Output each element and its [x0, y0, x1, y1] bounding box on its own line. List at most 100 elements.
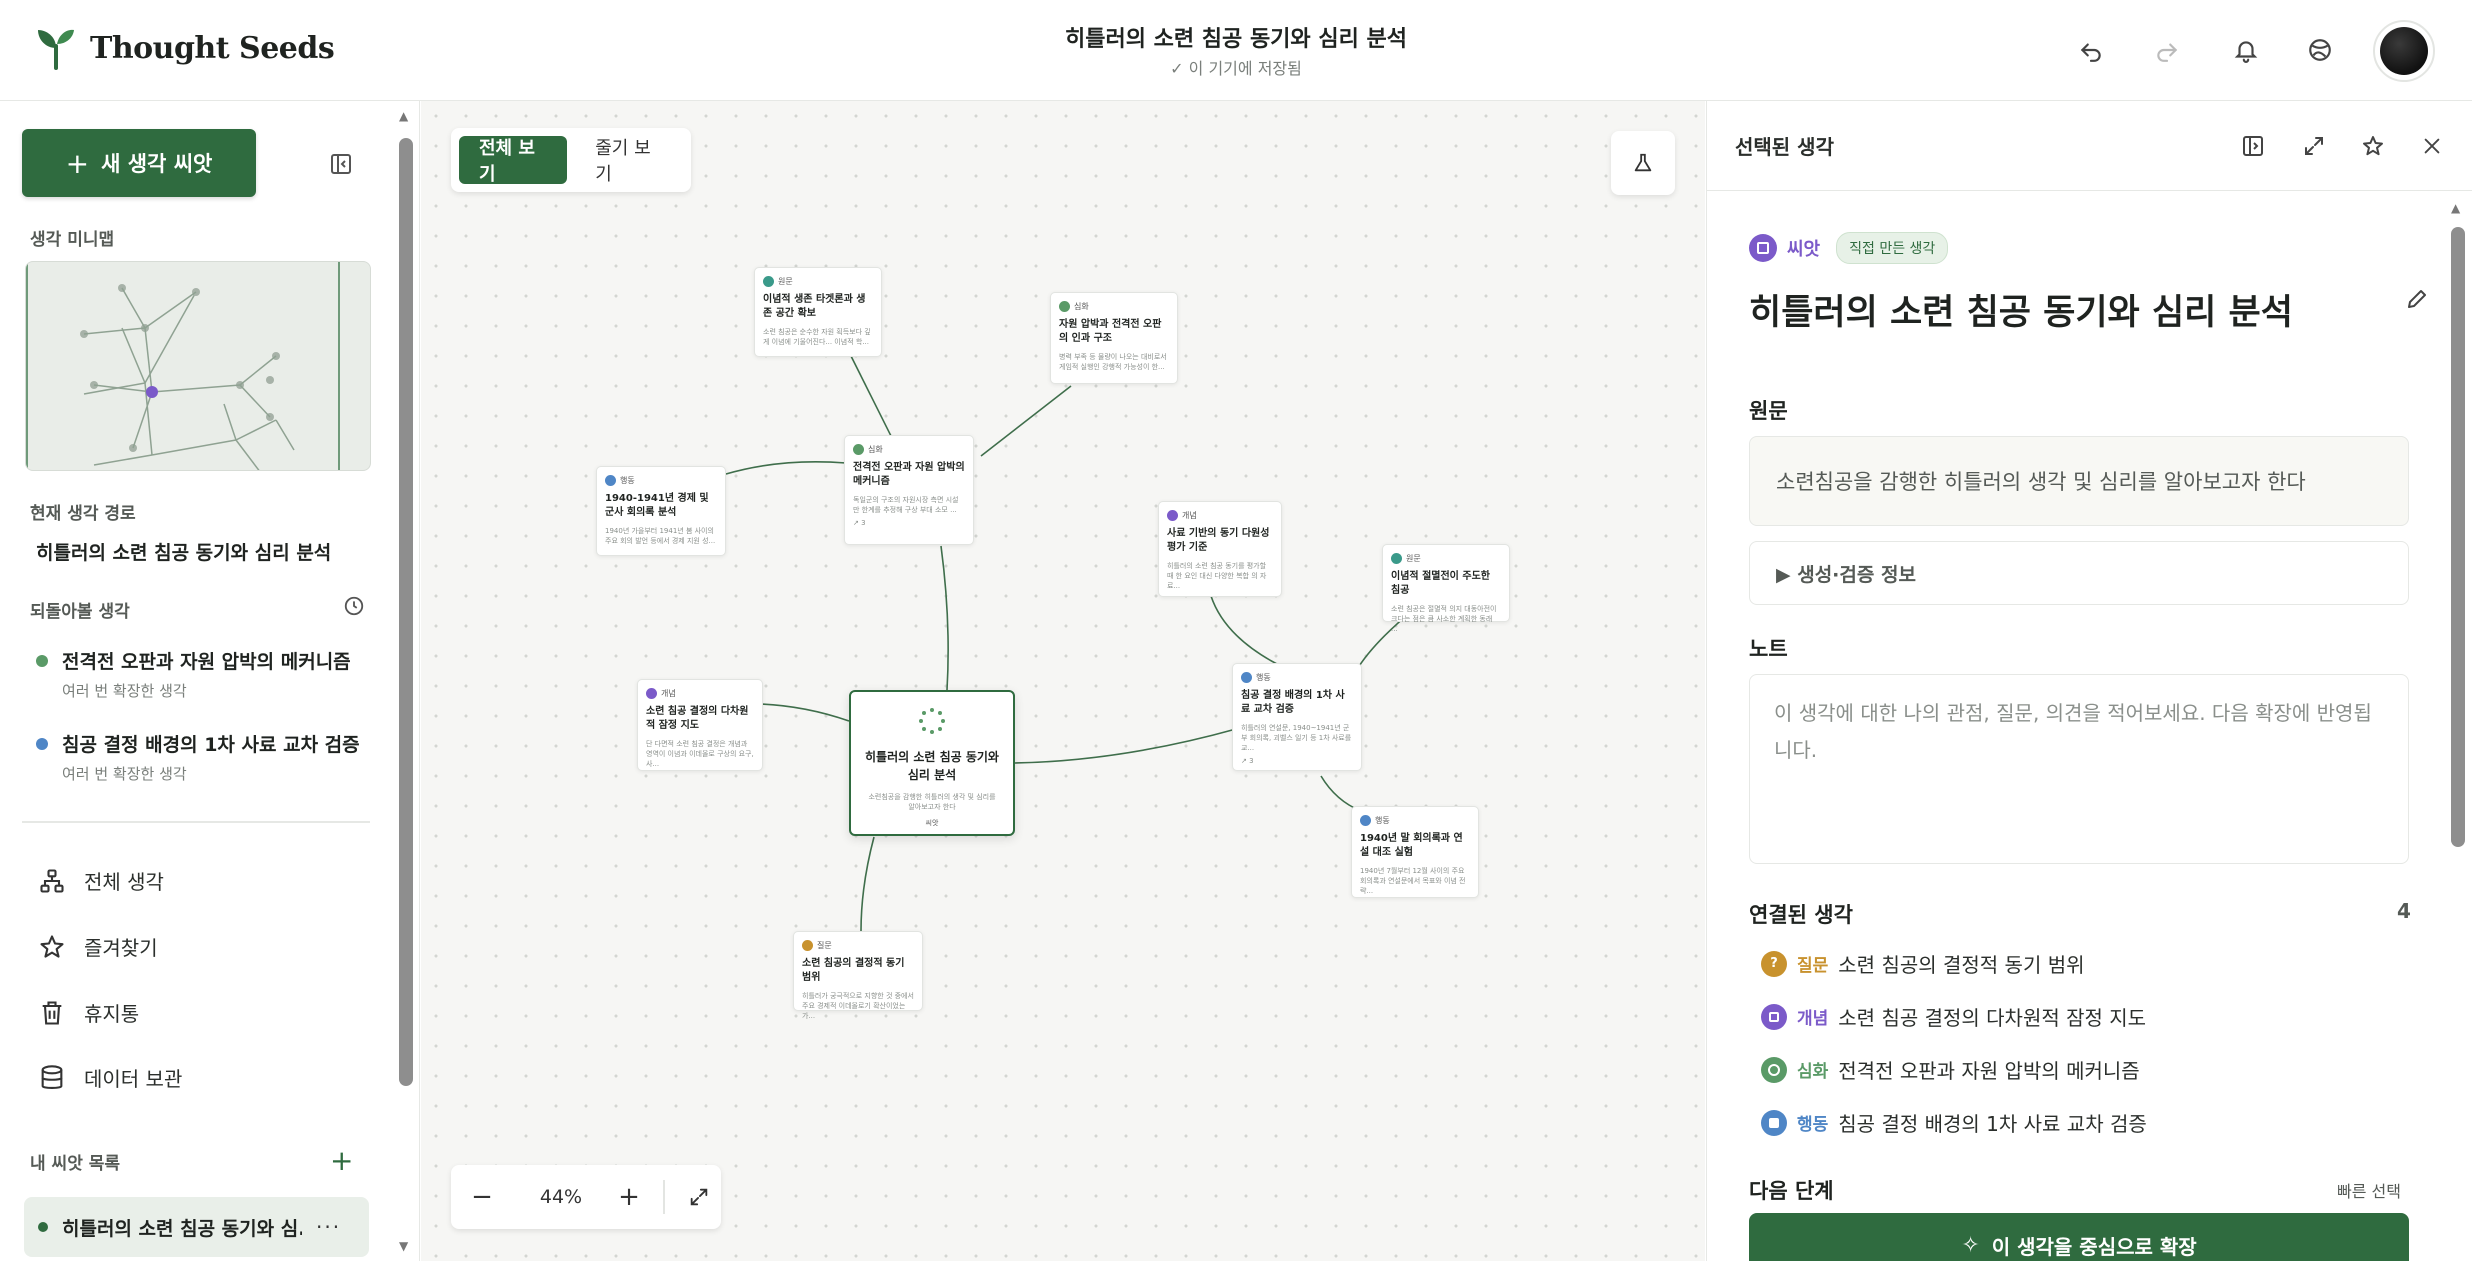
selected-center-node[interactable]: 히틀러의 소련 침공 동기와 심리 분석 소련침공을 감행한 히틀러의 생각 및…	[849, 690, 1015, 836]
close-icon	[2424, 138, 2440, 154]
expand-arrows-icon	[690, 1188, 708, 1206]
nav-trash[interactable]: 휴지통	[38, 998, 139, 1027]
more-options-icon[interactable]: ···	[316, 1215, 341, 1239]
connected-type: 행동	[1797, 1115, 1829, 1135]
save-status-text: 이 기기에 저장됨	[1188, 59, 1302, 78]
node-body: 히틀러가 궁극적으로 지향한 것 중에서 주요 경제적 이데올로기 확산이었는가…	[802, 992, 914, 1020]
theme-button[interactable]	[2300, 30, 2340, 70]
note-textarea[interactable]: 이 생각에 대한 나의 관점, 질문, 의견을 적어보세요. 다음 확장에 반영…	[1749, 674, 2409, 864]
center-node-tag: 씨앗	[925, 819, 939, 827]
lab-button[interactable]	[1611, 131, 1675, 195]
scroll-up-icon[interactable]: ▲	[2451, 201, 2460, 215]
concept-icon	[646, 688, 657, 699]
node-tag-text: 원문	[778, 277, 793, 286]
node-title: 1940년 말 회의록과 연설 대조 실험	[1360, 833, 1463, 858]
recall-label: 되돌아볼 생각	[30, 602, 130, 622]
connected-item[interactable]: ? 질문 소련 침공의 결정적 동기 범위	[1761, 949, 2085, 978]
graph-node[interactable]: 원문 이념적 절멸전이 주도한 침공 소련 침공은 절멸적 의지 대동아전이 크…	[1382, 544, 1510, 633]
action-icon	[1761, 1109, 1787, 1136]
recall-item[interactable]: 전격전 오판과 자원 압박의 메커니즘 여러 번 확장한 생각	[36, 647, 351, 701]
favorite-button[interactable]	[2356, 129, 2390, 163]
fit-view-button[interactable]	[679, 1165, 719, 1229]
graph-node[interactable]: 심화 전격전 오판과 자원 압박의 메커니즘 독일군의 구조의 자원시장 측면 …	[844, 435, 974, 545]
node-tag-text: 행동	[1256, 673, 1271, 682]
node-expand-count-value: 3	[1249, 757, 1254, 765]
notifications-button[interactable]	[2226, 30, 2266, 70]
history-button[interactable]	[343, 595, 365, 621]
undo-button[interactable]	[2071, 30, 2111, 70]
current-path-title[interactable]: 히틀러의 소련 침공 동기와 심리 분석	[36, 538, 331, 565]
sparkle-icon: ✧	[1961, 1232, 1980, 1258]
nav-all-thoughts[interactable]: 전체 생각	[38, 866, 164, 895]
close-panel-button[interactable]	[2415, 129, 2449, 163]
scroll-down-icon[interactable]: ▼	[399, 1239, 408, 1253]
graph-node[interactable]: 심화 자원 압박과 전격전 오판의 인과 구조 병력 부족 등 물량이 나오는 …	[1050, 292, 1178, 384]
graph-node[interactable]: 질문 소련 침공의 결정적 동기 범위 히틀러가 궁극적으로 지향한 것 중에서…	[793, 931, 923, 1020]
sidebar-scrollbar-thumb[interactable]	[399, 138, 413, 1086]
node-body: 히틀러의 연설문, 1940~1941년 군부 회의록, 괴벨스 일기 등 1차…	[1241, 724, 1352, 752]
node-body: 독일군의 구조의 자원시장 측면 시설 만 한계를 추정해 구상 부대 소모 .…	[853, 496, 959, 514]
connected-type: 심화	[1797, 1062, 1829, 1082]
note-label: 노트	[1749, 637, 1788, 661]
user-avatar[interactable]	[2373, 20, 2435, 82]
node-body: 히틀러의 소련 침공 동기를 평가할 때 한 요인 대신 다양한 복합 의 자료…	[1167, 562, 1267, 590]
node-tag: 심화	[1059, 301, 1169, 312]
star-icon	[40, 934, 64, 958]
node-tag-text: 개념	[661, 689, 676, 698]
node-body: 단 다면적 소련 침공 결정은 개념과 영역이 이념과 이데올로 구상의 요구,…	[646, 740, 754, 768]
zoom-out-button[interactable]: −	[451, 1165, 513, 1229]
node-tag: 개념	[1167, 510, 1273, 521]
next-step-label: 다음 단계	[1749, 1179, 1834, 1203]
node-tag-text: 질문	[817, 941, 832, 950]
graph-node[interactable]: 행동 침공 결정 배경의 1차 사료 교차 검증 히틀러의 연설문, 1940~…	[1232, 663, 1362, 771]
redo-button[interactable]	[2147, 30, 2187, 70]
quick-select-label[interactable]: 빠른 선택	[2337, 1178, 2401, 1202]
concept-icon	[1761, 1003, 1787, 1030]
graph-node[interactable]: 개념 소련 침공 결정의 다차원적 잠정 지도 단 다면적 소련 침공 결정은 …	[637, 679, 763, 771]
panel-scrollbar-thumb[interactable]	[2451, 227, 2465, 847]
panel-header: 선택된 생각	[1707, 101, 2472, 191]
node-title: 침공 결정 배경의 1차 사료 교차 검증	[1241, 690, 1345, 715]
node-body: 소련 침공은 순수한 자원 획득보다 깊게 이념에 기울어진다... 이념적 학…	[763, 328, 871, 346]
graph-node[interactable]: 행동 1940-1941년 경제 및 군사 회의록 분석 1940년 가을부터 …	[596, 466, 726, 556]
thought-canvas[interactable]: 전체 보기 줄기 보기 원문 이념적 생존 타겟론과 생존 공간 확보 소련 침…	[421, 101, 1705, 1261]
scroll-up-icon[interactable]: ▲	[399, 109, 408, 123]
seed-list-item[interactable]: 히틀러의 소련 침공 동기와 심... ···	[24, 1197, 369, 1257]
nav-favorites[interactable]: 즐겨찾기	[38, 932, 158, 961]
recall-item[interactable]: 침공 결정 배경의 1차 사료 교차 검증 여러 번 확장한 생각	[36, 730, 360, 784]
connected-title: 소련 침공의 결정적 동기 범위	[1838, 953, 2085, 977]
zoom-in-button[interactable]: +	[609, 1165, 649, 1229]
trash-icon	[42, 1000, 62, 1025]
graph-node[interactable]: 원문 이념적 생존 타겟론과 생존 공간 확보 소련 침공은 순수한 자원 획득…	[754, 267, 882, 357]
connected-item[interactable]: 개념 소련 침공 결정의 다차원적 잠정 지도	[1761, 1002, 2146, 1031]
nav-label: 데이터 보관	[84, 1067, 183, 1091]
connected-item[interactable]: 심화 전격전 오판과 자원 압박의 메커니즘	[1761, 1055, 2140, 1084]
collapse-sidebar-button[interactable]	[326, 149, 356, 179]
new-seed-button[interactable]: + 새 생각 씨앗	[22, 129, 256, 197]
view-trunk-button[interactable]: 줄기 보기	[575, 136, 683, 185]
connected-item[interactable]: 행동 침공 결정 배경의 1차 사료 교차 검증	[1761, 1108, 2147, 1137]
node-tag: 행동	[605, 475, 717, 486]
generation-info-toggle[interactable]: ▶ 생성·검증 정보	[1749, 541, 2409, 605]
recall-dot	[36, 738, 48, 750]
view-all-button[interactable]: 전체 보기	[459, 136, 568, 185]
clock-icon	[344, 596, 364, 616]
nav-data-archive[interactable]: 데이터 보관	[38, 1063, 182, 1092]
thought-minimap[interactable]	[25, 261, 371, 471]
connected-title: 침공 결정 배경의 1차 사료 교차 검증	[1838, 1112, 2147, 1136]
pencil-icon	[2408, 290, 2426, 308]
node-expand-count: ↗ 3	[853, 519, 866, 527]
check-icon: ✓	[1170, 59, 1189, 78]
graph-edges	[725, 355, 1407, 932]
node-tag: 개념	[646, 688, 754, 699]
expand-label: 이 생각을 중심으로 확장	[1991, 1234, 2197, 1259]
add-seed-icon[interactable]: +	[330, 1144, 353, 1177]
connected-title: 소련 침공 결정의 다차원적 잠정 지도	[1838, 1006, 2147, 1030]
recall-item-sub: 여러 번 확장한 생각	[62, 765, 187, 783]
dock-panel-button[interactable]	[2236, 129, 2270, 163]
expand-thought-button[interactable]: ✧ 이 생각을 중심으로 확장	[1749, 1213, 2409, 1261]
graph-node[interactable]: 개념 사료 기반의 동기 다원성 평가 기준 히틀러의 소련 침공 동기를 평가…	[1158, 501, 1282, 597]
edit-title-button[interactable]	[2405, 287, 2429, 315]
maximize-panel-button[interactable]	[2297, 129, 2331, 163]
graph-node[interactable]: 행동 1940년 말 회의록과 연설 대조 실험 1940년 7월부터 12월 …	[1351, 806, 1479, 898]
